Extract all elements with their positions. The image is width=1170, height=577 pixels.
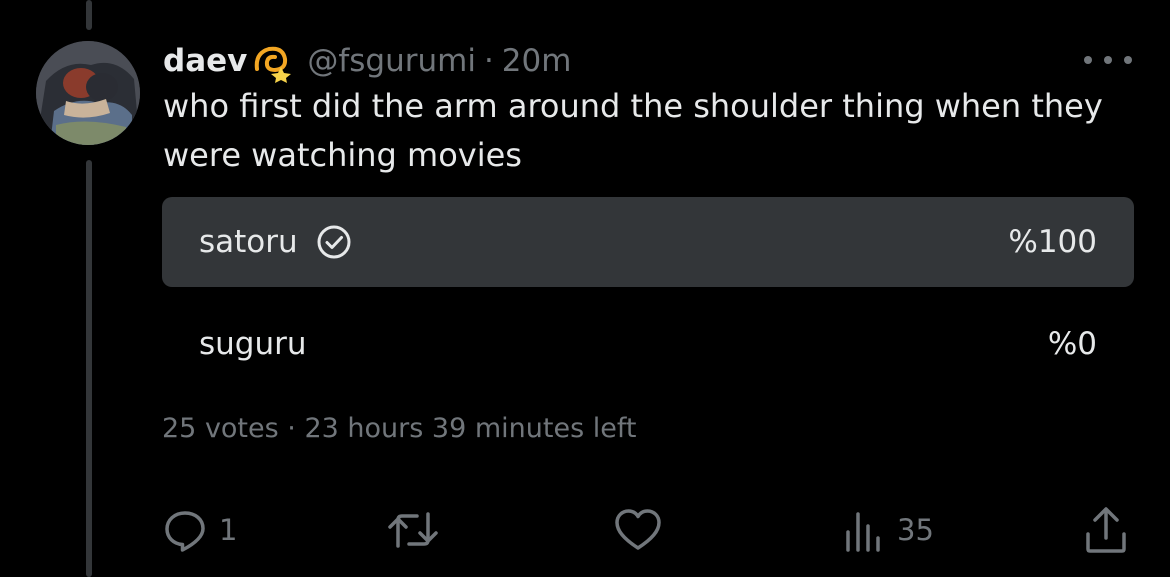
poll-option-percent: %100 bbox=[1008, 224, 1097, 260]
reply-count: 1 bbox=[219, 513, 238, 547]
poll-option-percent: %0 bbox=[1047, 326, 1097, 362]
dot bbox=[1084, 56, 1092, 64]
views-count: 35 bbox=[897, 513, 934, 547]
retweet-button[interactable] bbox=[387, 505, 451, 555]
views-button[interactable]: 35 bbox=[845, 505, 934, 555]
display-name[interactable]: daev bbox=[163, 43, 247, 79]
poll-option-label-row: satoru bbox=[199, 197, 352, 287]
dizzy-emoji-icon bbox=[251, 39, 295, 83]
user-handle[interactable]: @fsgurumi bbox=[307, 43, 476, 79]
poll-option-label: suguru bbox=[199, 326, 307, 362]
poll-option-label-row: suguru bbox=[199, 299, 307, 389]
thread-line-top bbox=[86, 0, 92, 30]
views-icon bbox=[846, 512, 880, 552]
reply-icon bbox=[165, 511, 205, 552]
poll-option-label: satoru bbox=[199, 224, 298, 260]
dot bbox=[1124, 56, 1132, 64]
like-button[interactable] bbox=[614, 505, 674, 555]
reply-button[interactable]: 1 bbox=[163, 505, 237, 555]
tweet-text: who first did the arm around the shoulde… bbox=[163, 87, 1103, 174]
poll-option-suguru: suguru %0 bbox=[162, 299, 1134, 389]
poll-time-left: 23 hours 39 minutes left bbox=[304, 413, 637, 444]
heart-icon bbox=[615, 509, 661, 550]
tweet-header: daev @fsgurumi · 20m bbox=[163, 36, 571, 86]
dot bbox=[1104, 56, 1112, 64]
share-icon bbox=[1086, 507, 1126, 553]
avatar-image bbox=[36, 41, 140, 145]
share-button[interactable] bbox=[1084, 505, 1128, 555]
avatar[interactable] bbox=[36, 41, 140, 145]
tweet-time[interactable]: 20m bbox=[502, 43, 572, 79]
poll-votes: 25 votes bbox=[162, 413, 279, 444]
thread-line-bottom bbox=[86, 160, 92, 577]
header-separator: · bbox=[483, 43, 494, 79]
poll-meta-separator: · bbox=[287, 413, 296, 444]
more-dots-icon[interactable] bbox=[1084, 48, 1132, 72]
retweet-icon bbox=[388, 512, 438, 548]
poll-meta: 25 votes · 23 hours 39 minutes left bbox=[162, 413, 636, 444]
poll-option-satoru: satoru %100 bbox=[162, 197, 1134, 287]
check-circle-icon bbox=[316, 224, 352, 260]
